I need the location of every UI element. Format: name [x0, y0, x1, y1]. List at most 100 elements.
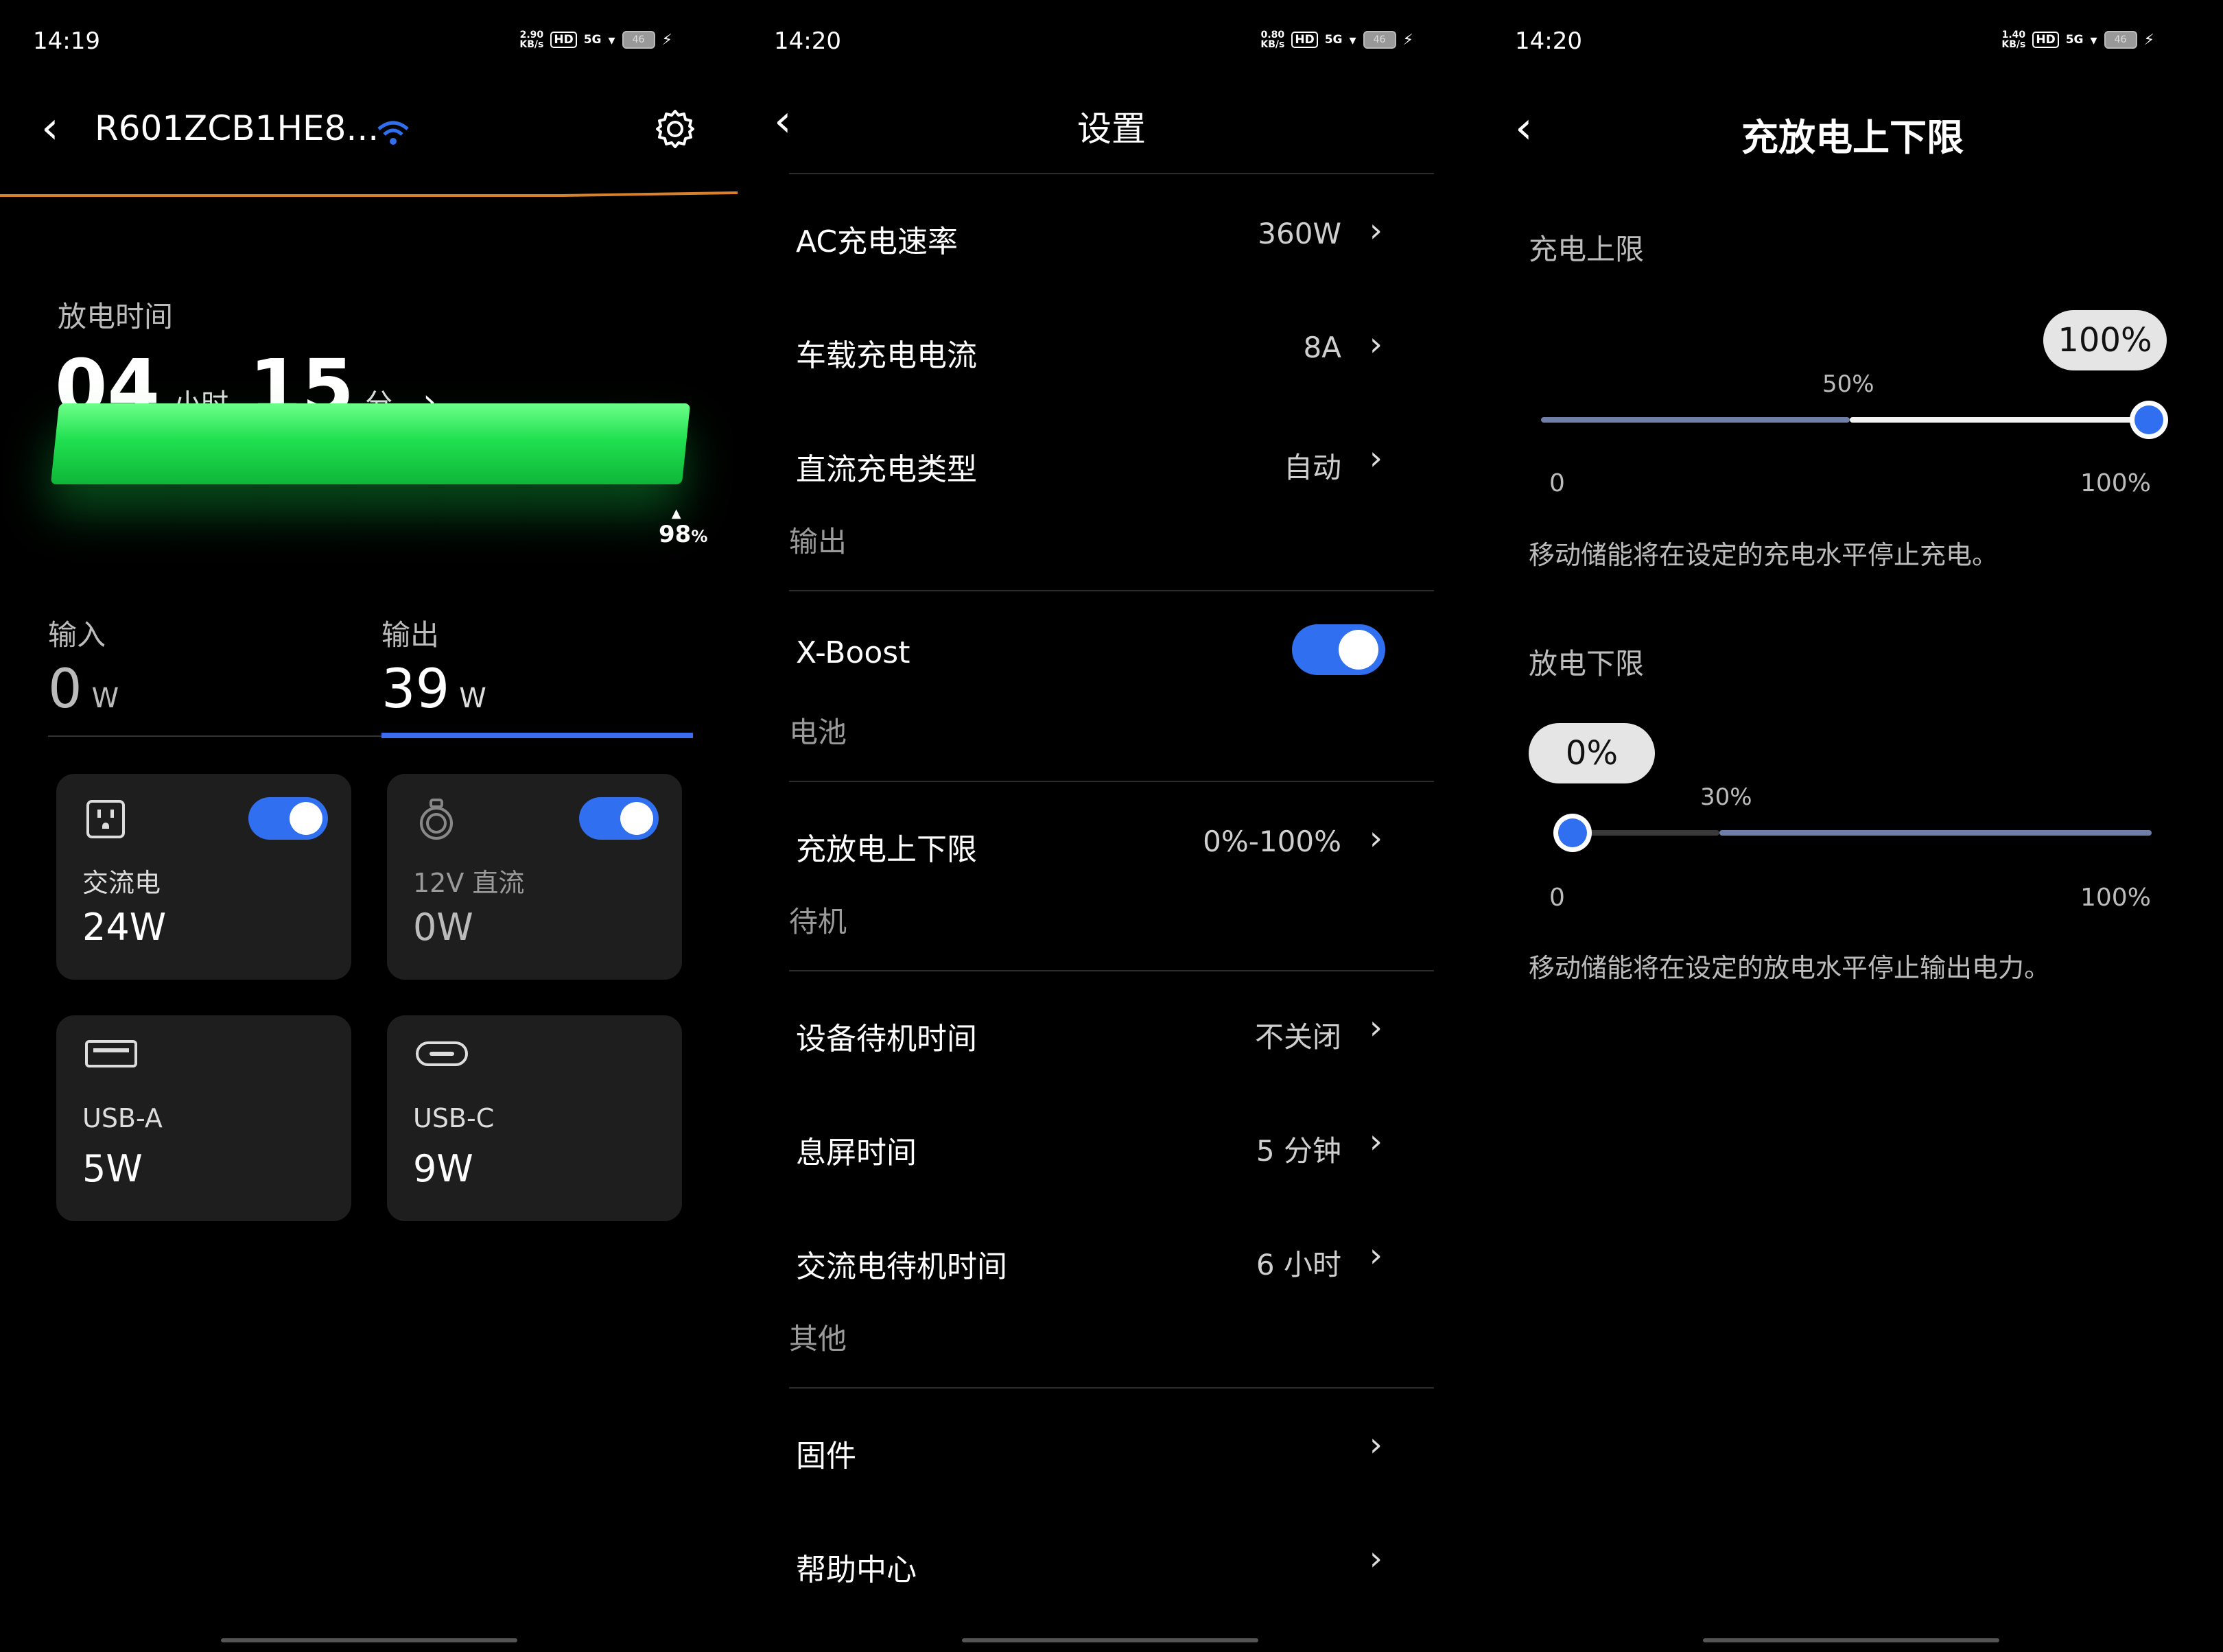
discharge-slider-thumb[interactable] — [1553, 814, 1592, 852]
dc-output-card[interactable]: 12V 直流 0W — [387, 774, 682, 980]
chevron-right-icon: › — [1369, 819, 1383, 858]
status-time: 14:20 — [774, 27, 841, 55]
usb-a-label: USB-A — [82, 1103, 163, 1133]
dc-output-label: 12V 直流 — [413, 868, 525, 898]
charge-limits-screen: 14:20 1.40 KB/s HD 5G ▾ 46 ⚡ ‹ 充放电上下限 充电… — [1482, 0, 2223, 1652]
discharge-time-label: 放电时间 — [58, 300, 174, 333]
battery-icon: 46 — [2104, 31, 2137, 49]
section-standby: 待机 — [789, 905, 847, 939]
section-output: 输出 — [789, 525, 847, 558]
input-label: 输入 — [48, 618, 106, 652]
device-name: R601ZCB1HE8... — [95, 108, 379, 148]
chevron-right-icon: › — [1369, 439, 1383, 477]
settings-gear-icon[interactable] — [653, 107, 697, 154]
back-icon[interactable]: ‹ — [41, 103, 59, 154]
usb-a-icon — [84, 1039, 139, 1072]
chevron-right-icon: › — [1369, 1539, 1383, 1578]
row-device-standby[interactable]: 设备待机时间 不关闭 › — [741, 996, 1396, 1065]
hd-icon: HD — [550, 32, 577, 48]
discharge-description: 移动储能将在设定的放电水平停止输出电力。 — [1529, 953, 2051, 983]
usb-c-icon — [414, 1039, 469, 1072]
usb-a-card[interactable]: USB-A 5W — [56, 1015, 351, 1221]
ac-output-toggle[interactable] — [248, 797, 328, 840]
discharge-max-label: 100% — [2080, 884, 2151, 912]
signal-icon: 5G — [2065, 33, 2084, 47]
ac-outlet-icon — [84, 797, 128, 844]
row-dc-charge-type[interactable]: 直流充电类型 自动 › — [741, 427, 1396, 495]
row-screen-off-time[interactable]: 息屏时间 5 分钟 › — [741, 1110, 1396, 1179]
section-battery: 电池 — [789, 716, 847, 749]
divider — [789, 970, 1434, 971]
ac-output-value: 24W — [82, 906, 167, 949]
divider — [789, 590, 1434, 591]
discharge-limit-label: 放电下限 — [1529, 647, 1645, 681]
battery-icon: 46 — [622, 31, 655, 49]
signal-icon: 5G — [583, 33, 602, 47]
signal-icon: 5G — [1324, 33, 1343, 47]
dc-output-toggle[interactable] — [579, 797, 659, 840]
status-icons: 2.90 KB/s HD 5G ▾ 46 ⚡ — [519, 30, 672, 49]
row-help-center[interactable]: 帮助中心 › — [741, 1527, 1396, 1596]
header-divider — [789, 173, 1434, 174]
battery-trend-line — [0, 187, 741, 197]
row-xboost[interactable]: X-Boost — [741, 617, 1396, 686]
row-charge-limits[interactable]: 充放电上下限 0%-100% › — [741, 807, 1396, 875]
page-title: 设置 — [1077, 109, 1146, 149]
tab-indicator — [381, 733, 693, 738]
charge-slider-thumb[interactable] — [2130, 401, 2168, 439]
charge-slider-track-low — [1541, 417, 1850, 423]
row-car-charge-current[interactable]: 车载充电电流 8A › — [741, 313, 1396, 381]
home-indicator[interactable] — [221, 1638, 517, 1642]
caret-up-icon: ▲ — [671, 506, 681, 521]
battery-percent: ▲ 98% — [659, 506, 707, 548]
discharge-limit-value: 0% — [1529, 723, 1655, 783]
section-other: 其他 — [789, 1322, 847, 1356]
home-indicator[interactable] — [962, 1638, 1258, 1642]
wifi-status-icon: ▾ — [608, 32, 615, 48]
chevron-right-icon: › — [1369, 325, 1383, 364]
row-ac-standby[interactable]: 交流电待机时间 6 小时 › — [741, 1224, 1396, 1293]
output-label: 输出 — [381, 618, 440, 652]
wifi-icon — [376, 118, 410, 151]
charge-limit-label: 充电上限 — [1529, 233, 1645, 266]
hd-icon: HD — [1291, 32, 1318, 48]
usb-a-value: 5W — [82, 1147, 143, 1190]
usb-c-value: 9W — [413, 1147, 473, 1190]
page-title: 充放电上下限 — [1741, 116, 1964, 159]
wifi-status-icon: ▾ — [2090, 32, 2097, 48]
row-ac-charge-rate[interactable]: AC充电速率 360W › — [741, 199, 1396, 268]
device-screen: 14:19 2.90 KB/s HD 5G ▾ 46 ⚡ ‹ R601ZCB1H… — [0, 0, 741, 1652]
home-indicator[interactable] — [1703, 1638, 1999, 1642]
divider — [789, 1387, 1434, 1389]
charging-icon: ⚡ — [2143, 31, 2154, 49]
charge-description: 移动储能将在设定的充电水平停止充电。 — [1529, 540, 1999, 570]
status-time: 14:19 — [33, 27, 100, 55]
charging-icon: ⚡ — [661, 31, 672, 49]
charge-limit-value: 100% — [2043, 310, 2167, 370]
chevron-right-icon: › — [1369, 1236, 1383, 1275]
status-time: 14:20 — [1515, 27, 1582, 55]
chevron-right-icon: › — [1369, 1122, 1383, 1161]
dc-output-value: 0W — [413, 906, 473, 949]
usb-c-card[interactable]: USB-C 9W — [387, 1015, 682, 1221]
discharge-min-label: 0 — [1549, 884, 1565, 912]
wifi-status-icon: ▾ — [1349, 32, 1356, 48]
output-power[interactable]: 39 W — [381, 659, 486, 720]
xboost-toggle[interactable] — [1292, 624, 1385, 675]
input-power[interactable]: 0 W — [48, 659, 119, 720]
charge-marker-label: 50% — [1822, 370, 1874, 398]
net-speed: 2.90 KB/s — [519, 30, 544, 50]
chevron-right-icon: › — [1369, 1426, 1383, 1464]
charge-slider-track-high — [1850, 417, 2152, 423]
chevron-right-icon: › — [1369, 1008, 1383, 1047]
battery-level-bar — [50, 403, 691, 484]
ac-output-label: 交流电 — [82, 868, 161, 898]
charging-icon: ⚡ — [1402, 31, 1413, 49]
divider — [789, 781, 1434, 782]
row-firmware[interactable]: 固件 › — [741, 1413, 1396, 1482]
net-speed: 1.40 KB/s — [2001, 30, 2026, 50]
status-icons: 1.40 KB/s HD 5G ▾ 46 ⚡ — [2001, 30, 2154, 49]
hd-icon: HD — [2032, 32, 2059, 48]
charge-min-label: 0 — [1549, 469, 1565, 497]
ac-output-card[interactable]: 交流电 24W — [56, 774, 351, 980]
